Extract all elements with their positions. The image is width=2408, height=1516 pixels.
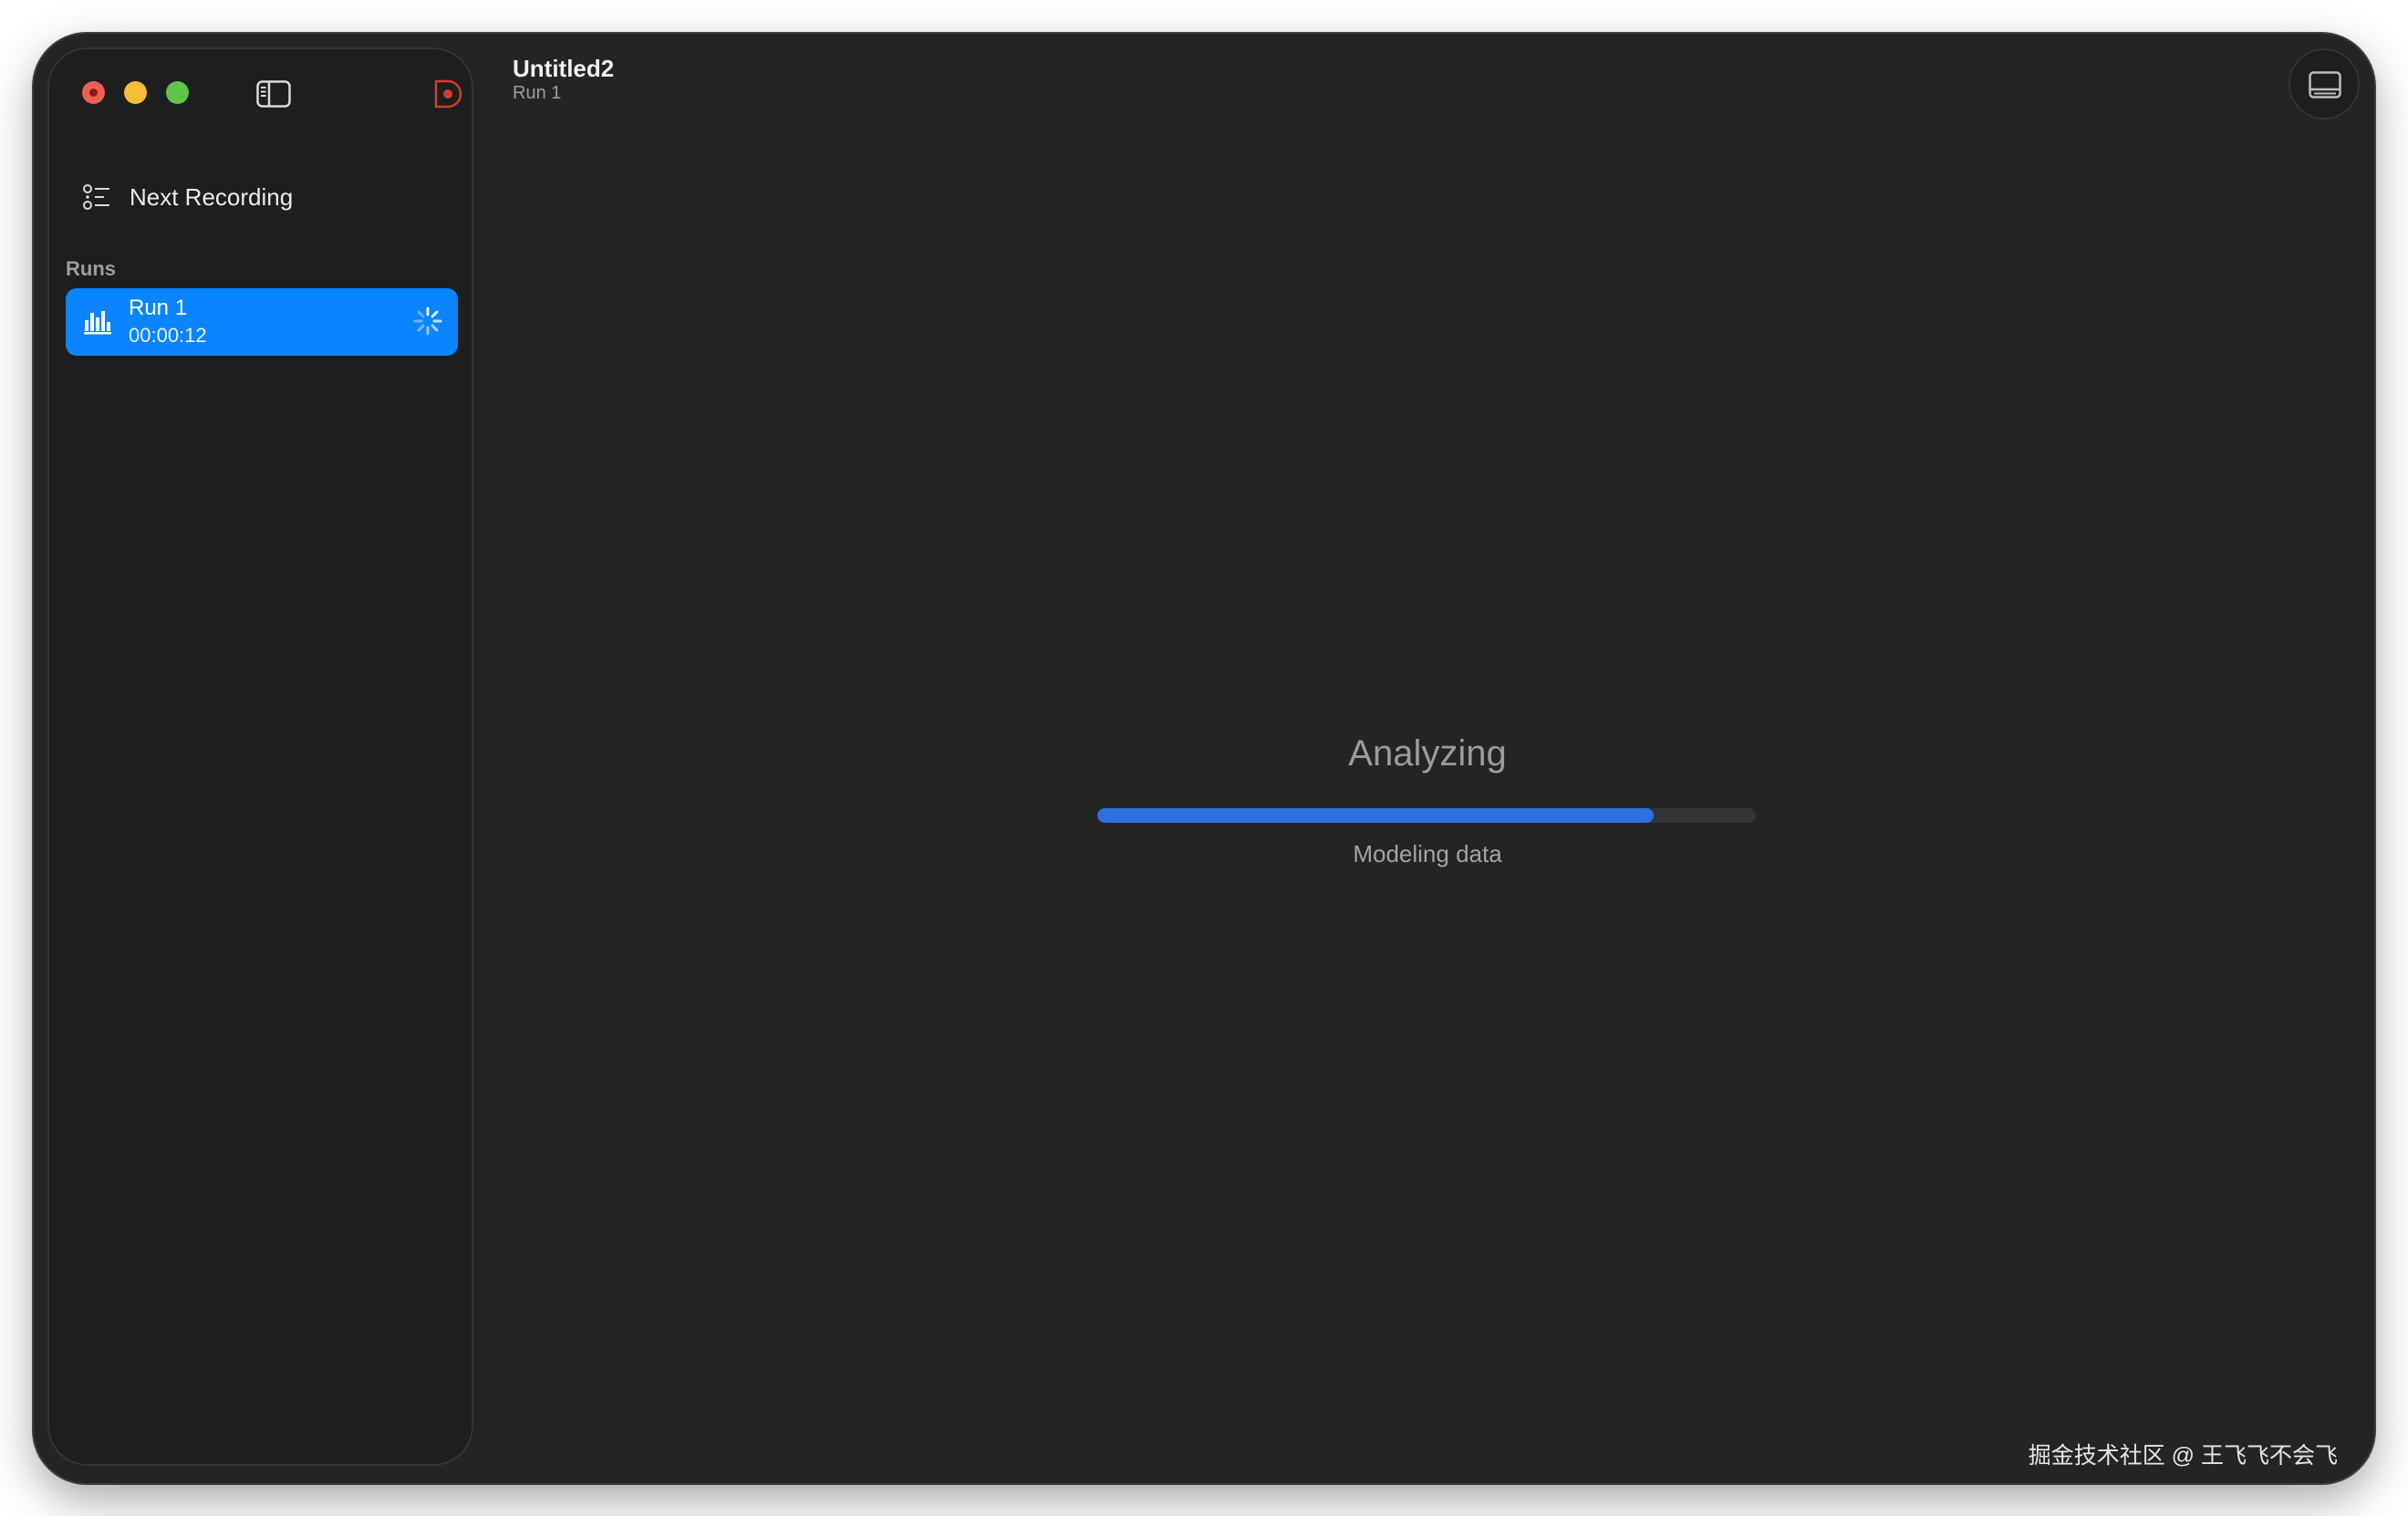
progress-bar	[1097, 808, 1756, 823]
spinner-icon	[413, 306, 442, 336]
list-icon	[83, 184, 109, 210]
run-name: Run 1	[129, 296, 188, 320]
document-subtitle: Run 1	[513, 83, 562, 103]
progress-bar-fill	[1097, 808, 1655, 823]
sidebar: Next Recording Runs Run 1 00:00:12	[47, 47, 473, 1466]
minimize-window-button[interactable]	[124, 81, 147, 104]
app-window: Next Recording Runs Run 1 00:00:12 Untit…	[34, 34, 2374, 1483]
analyzing-status: Analyzing	[1075, 733, 1780, 774]
bottom-panel-icon	[2309, 71, 2341, 99]
watermark: 掘金技术社区 @ 王飞飞不会飞	[2028, 1443, 2338, 1469]
close-window-button[interactable]	[82, 81, 105, 104]
next-recording-item[interactable]: Next Recording	[82, 177, 293, 217]
sidebar-left-icon[interactable]	[256, 80, 291, 108]
zoom-window-button[interactable]	[166, 81, 189, 104]
chart-bars-icon	[84, 311, 111, 335]
record-icon[interactable]	[432, 78, 463, 109]
run-list-item[interactable]: Run 1 00:00:12	[66, 288, 458, 356]
document-title: Untitled2	[513, 55, 615, 82]
next-recording-label: Next Recording	[130, 182, 294, 211]
progress-status-label: Modeling data	[1353, 840, 1502, 867]
run-duration: 00:00:12	[129, 324, 207, 347]
runs-section-label: Runs	[66, 257, 116, 280]
toggle-bottom-panel-button[interactable]	[2289, 48, 2360, 119]
analyzing-title: Analyzing	[1348, 733, 1507, 774]
